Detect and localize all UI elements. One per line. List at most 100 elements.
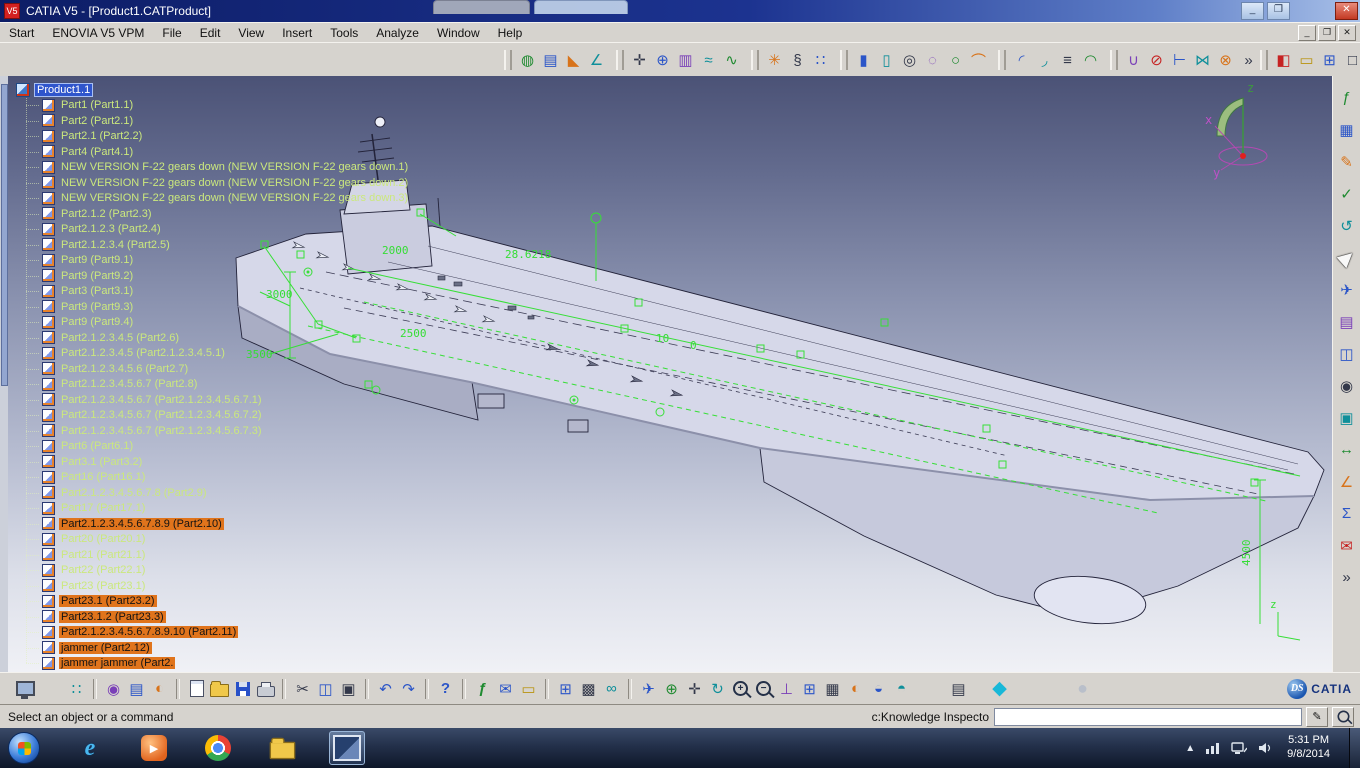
rule-editor-icon[interactable]: ✎ [1335, 150, 1358, 173]
select-arrow-icon[interactable]: ▶ [1330, 241, 1360, 273]
tree-item[interactable]: Part9 (Part9.2) [12, 268, 390, 284]
close-surface-icon[interactable]: ⊗ [1214, 49, 1237, 72]
multi-view-icon[interactable]: ⊞ [798, 677, 821, 700]
tree-item[interactable]: jammer jammer (Part2. [12, 656, 390, 672]
hide-show-icon[interactable]: ◒ [867, 677, 890, 700]
measure-inertia-icon[interactable]: ◍ [516, 49, 539, 72]
check-icon[interactable]: ✓ [1335, 182, 1358, 205]
sweep-icon[interactable]: ∿ [720, 49, 743, 72]
pad-icon[interactable]: ▮ [852, 49, 875, 72]
tree-item[interactable]: Part1 (Part1.1) [12, 98, 390, 114]
tree-item[interactable]: Part2.1.2.3.4.5.6.7 (Part2.1.2.3.4.5.6.7… [12, 392, 390, 408]
cut-icon[interactable]: ✂ [291, 677, 314, 700]
snap-grid-icon[interactable]: ⊞ [1318, 49, 1341, 72]
tree-item[interactable]: Part9 (Part9.3) [12, 299, 390, 315]
spring-icon[interactable]: § [786, 49, 809, 72]
toolbar-handle[interactable] [998, 50, 1006, 70]
measure-between-icon[interactable]: ↔ [1335, 438, 1358, 461]
menu-file[interactable]: File [153, 24, 190, 42]
kn owledge-input[interactable] [994, 708, 1302, 726]
taskbar-ie-icon[interactable]: e [73, 732, 107, 764]
tree-item[interactable]: Part9 (Part9.4) [12, 315, 390, 331]
menu-enovia[interactable]: ENOVIA V5 VPM [43, 24, 153, 42]
tray-network-icon[interactable] [1231, 742, 1247, 754]
tree-root-product[interactable]: Product1.1 [12, 82, 390, 98]
tree-item[interactable]: Part2.1 (Part2.2) [12, 129, 390, 145]
design-table-icon[interactable]: ▦ [1335, 118, 1358, 141]
open-icon[interactable] [208, 677, 231, 700]
fly-mode-icon[interactable]: ✈ [1335, 278, 1358, 301]
tree-item[interactable]: Part4 (Part4.1) [12, 144, 390, 160]
tree-item[interactable]: Part2.1.2.3.4.5 (Part2.1.2.3.4.5.1) [12, 346, 390, 362]
draft-angle-icon[interactable]: ∠ [585, 49, 608, 72]
redo-icon[interactable]: ↷ [397, 677, 420, 700]
tree-item[interactable]: Part2.1.2.3.4.5.6.7 (Part2.1.2.3.4.5.6.7… [12, 408, 390, 424]
toolbar-handle[interactable] [616, 50, 624, 70]
tray-volume-icon[interactable] [1258, 742, 1272, 754]
toolbar-handle[interactable] [840, 50, 848, 70]
toolbar-handle[interactable] [1110, 50, 1118, 70]
thickness-icon[interactable]: ≡ [1056, 49, 1079, 72]
tree-item[interactable]: Part17 (Part17.1) [12, 501, 390, 517]
shell-icon[interactable]: ◠ [1079, 49, 1102, 72]
catalog-icon[interactable]: ▤ [1335, 310, 1358, 333]
copy-icon[interactable]: ◫ [314, 677, 337, 700]
start-button[interactable] [8, 732, 40, 764]
close-button[interactable]: ✕ [1335, 2, 1358, 20]
video-icon[interactable]: ▣ [1335, 406, 1358, 429]
iso-view-icon[interactable]: ▦ [821, 677, 844, 700]
formula-icon[interactable]: ƒ [1335, 86, 1358, 109]
frame-icon[interactable]: □ [1341, 49, 1360, 72]
tree-item[interactable]: jammer (Part2.12) [12, 640, 390, 656]
menu-insert[interactable]: Insert [273, 24, 321, 42]
plotter-icon[interactable]: ▤ [947, 677, 970, 700]
capture-icon[interactable]: ◉ [102, 677, 125, 700]
toolbar-handle[interactable] [504, 50, 512, 70]
taskbar-photo-viewer-button[interactable] [329, 731, 365, 765]
tree-item[interactable]: NEW VERSION F-22 gears down (NEW VERSION… [12, 175, 390, 191]
fly-icon[interactable]: ✈ [637, 677, 660, 700]
tree-item[interactable]: Part2.1.2.3 (Part2.4) [12, 222, 390, 238]
layers-icon[interactable]: ▤ [539, 49, 562, 72]
groove-icon[interactable]: ◌ [921, 49, 944, 72]
fit-all-icon[interactable]: ⊕ [660, 677, 683, 700]
menu-view[interactable]: View [229, 24, 273, 42]
tray-status-icon[interactable] [1206, 742, 1220, 754]
fillet-icon[interactable]: ◜ [1010, 49, 1033, 72]
pocket-icon[interactable]: ▯ [875, 49, 898, 72]
lock-icon[interactable]: ▩ [577, 677, 600, 700]
zoom-out-icon[interactable]: − [752, 677, 775, 700]
pattern-icon[interactable]: ∷ [809, 49, 832, 72]
menu-edit[interactable]: Edit [191, 24, 230, 42]
knowledge-search-icon[interactable] [1332, 707, 1354, 727]
mdi-restore-button[interactable]: ❐ [1318, 25, 1336, 41]
taskbar-clock[interactable]: 5:31 PM 9/8/2014 [1287, 734, 1330, 762]
restore-button[interactable]: ❐ [1267, 2, 1290, 20]
whats-this-icon[interactable]: ? [434, 677, 457, 700]
tree-item[interactable]: Part23.1 (Part23.2) [12, 594, 390, 610]
menu-window[interactable]: Window [428, 24, 489, 42]
3d-viewport[interactable]: 2000 28.6218 3000 2500 3500 4500 10 0 z … [8, 76, 1332, 672]
chamfer-icon[interactable]: ◣ [562, 49, 585, 72]
links-icon[interactable]: ∞ [600, 677, 623, 700]
tree-item[interactable]: Part9 (Part9.1) [12, 253, 390, 269]
tree-item[interactable]: Part16 (Part16.1) [12, 470, 390, 486]
zoom-in-icon[interactable]: + [729, 677, 752, 700]
tree-item[interactable]: NEW VERSION F-22 gears down (NEW VERSION… [12, 160, 390, 176]
boolean-union-icon[interactable]: ∪ [1122, 49, 1145, 72]
tree-item[interactable]: Part6 (Part6.1) [12, 439, 390, 455]
dot-grid-icon[interactable]: ∷ [65, 677, 88, 700]
prism-icon[interactable]: ◆ [988, 677, 1011, 700]
taskbar-media-player-icon[interactable]: ▶ [137, 732, 171, 764]
tree-item[interactable]: Part2 (Part2.1) [12, 113, 390, 129]
mdi-minimize-button[interactable]: _ [1298, 25, 1316, 41]
tree-item[interactable]: Part21 (Part21.1) [12, 547, 390, 563]
paint-icon[interactable]: ◧ [1272, 49, 1295, 72]
measure-item-icon[interactable]: ∠ [1335, 470, 1358, 493]
tree-item[interactable]: Part3.1 (Part3.2) [12, 454, 390, 470]
photo-icon[interactable]: ◉ [1335, 374, 1358, 397]
gear-icon[interactable]: ✳ [763, 49, 786, 72]
offset-icon[interactable]: ≈ [697, 49, 720, 72]
mass-properties-icon[interactable]: Σ [1335, 502, 1358, 525]
toolbar-overflow-icon[interactable]: » [1237, 49, 1260, 72]
